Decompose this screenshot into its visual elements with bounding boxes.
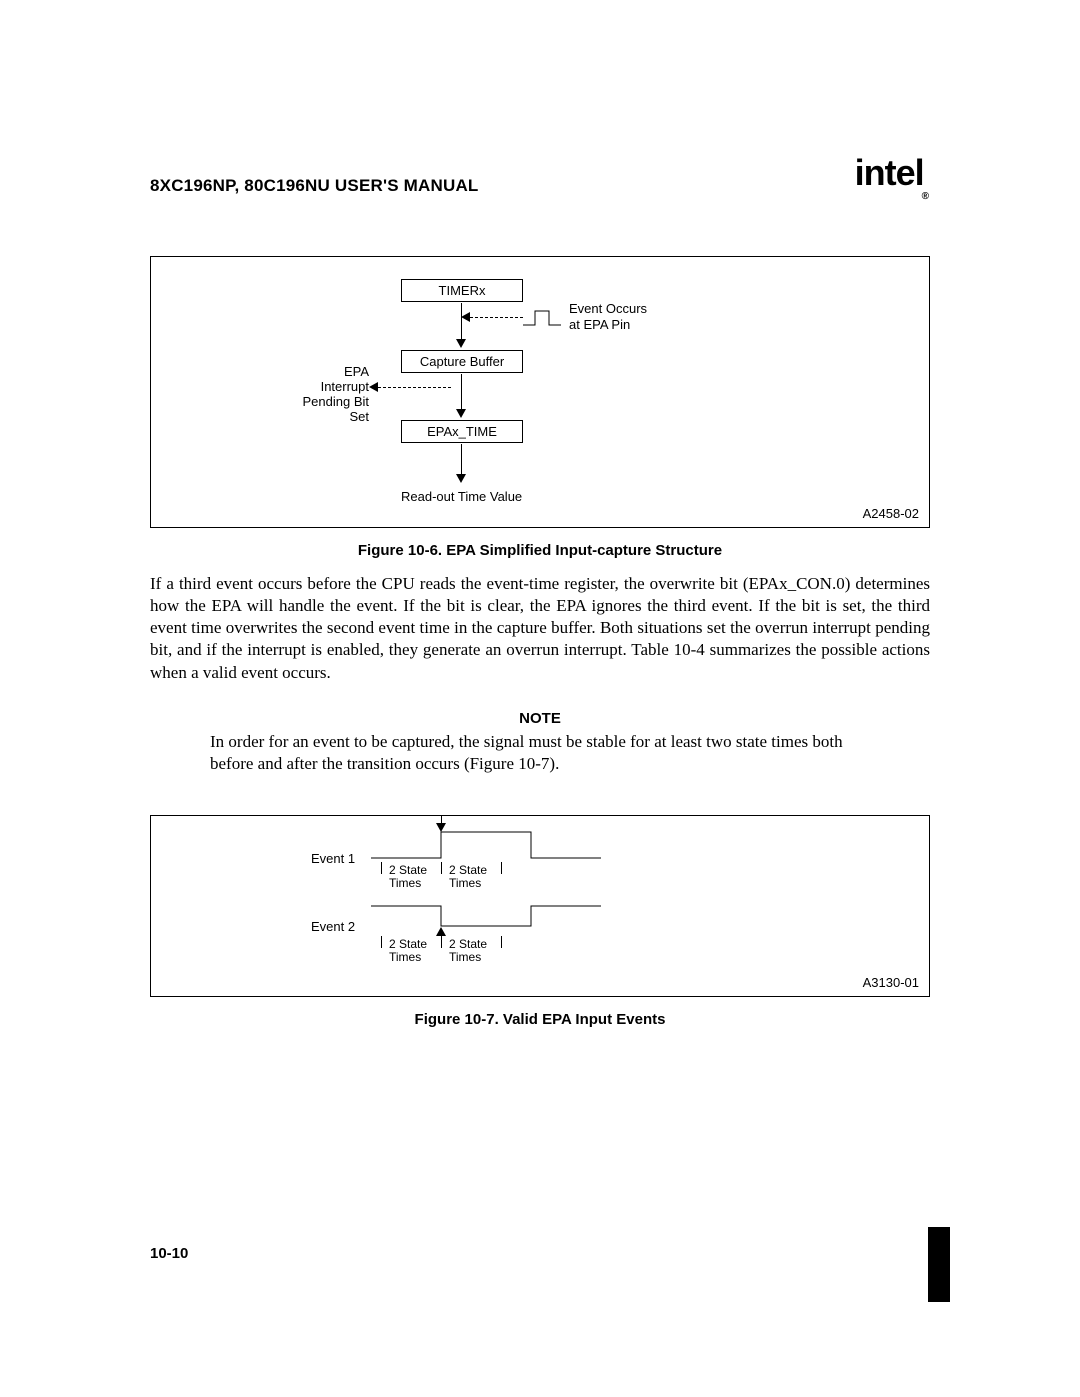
arrowhead-event2 <box>436 927 446 936</box>
label-event2: Event 2 <box>311 919 355 934</box>
label-event1: Event 1 <box>311 851 355 866</box>
figure-6-caption: Figure 10-6. EPA Simplified Input-captur… <box>150 542 930 559</box>
manual-title: 8XC196NP, 80C196NU USER'S MANUAL <box>150 176 479 196</box>
dashed-event-line <box>465 317 523 318</box>
note-heading: NOTE <box>150 710 930 727</box>
figure-6-id: A2458-02 <box>863 506 919 521</box>
page-header: 8XC196NP, 80C196NU USER'S MANUAL intel® <box>150 155 930 196</box>
e2-st2-l2: Times <box>449 950 481 964</box>
arrow-capture-to-epax <box>461 374 462 411</box>
arrowhead-1 <box>456 339 466 348</box>
tick-e1-a <box>381 862 382 874</box>
label-readout: Read-out Time Value <box>401 489 522 504</box>
wave-event2 <box>371 904 601 934</box>
label-e2-st1: 2 State Times <box>389 938 427 964</box>
arrowhead-3 <box>456 474 466 483</box>
arrowhead-event1 <box>436 823 446 832</box>
tick-e1-b <box>441 862 442 874</box>
e2-st1-l1: 2 State <box>389 937 427 951</box>
label-event-l2: at EPA Pin <box>569 317 630 332</box>
e2-st1-l2: Times <box>389 950 421 964</box>
note-body: In order for an event to be captured, th… <box>210 731 870 775</box>
label-epa-l4: Set <box>349 409 369 424</box>
figure-10-6: TIMERx Capture Buffer EPAx_TIME Event Oc… <box>150 256 930 528</box>
tick-e1-c <box>501 862 502 874</box>
e2-st2-l1: 2 State <box>449 937 487 951</box>
tick-e2-c <box>501 936 502 948</box>
block-timerx: TIMERx <box>401 279 523 302</box>
corner-mark <box>928 1227 950 1302</box>
label-epa-l3: Pending Bit <box>303 394 370 409</box>
figure-7-caption: Figure 10-7. Valid EPA Input Events <box>150 1011 930 1028</box>
arrowhead-interrupt <box>369 382 378 392</box>
arrow-epax-to-readout <box>461 444 462 476</box>
page: 8XC196NP, 80C196NU USER'S MANUAL intel® … <box>0 0 1080 1397</box>
e1-st2-l2: Times <box>449 876 481 890</box>
page-number: 10-10 <box>150 1245 188 1262</box>
e1-st2-l1: 2 State <box>449 863 487 877</box>
e1-st1-l1: 2 State <box>389 863 427 877</box>
label-epa-l1: EPA <box>344 364 369 379</box>
block-epax-time: EPAx_TIME <box>401 420 523 443</box>
intel-logo: intel® <box>855 155 930 196</box>
intel-logo-registered: ® <box>922 191 928 202</box>
label-epa-interrupt: EPA Interrupt Pending Bit Set <box>301 365 369 425</box>
body-paragraph: If a third event occurs before the CPU r… <box>150 573 930 683</box>
label-e1-st2: 2 State Times <box>449 864 487 890</box>
block-capture-buffer: Capture Buffer <box>401 350 523 373</box>
label-event-occurs: Event Occurs at EPA Pin <box>569 301 647 332</box>
figure-7-id: A3130-01 <box>863 975 919 990</box>
tick-e2-a <box>381 936 382 948</box>
arrowhead-event <box>461 312 470 322</box>
figure-10-7: Event 1 2 State Times 2 State Times Even… <box>150 815 930 997</box>
intel-logo-text: intel <box>855 152 924 193</box>
arrow-timer-to-capture <box>461 303 462 341</box>
label-e1-st1: 2 State Times <box>389 864 427 890</box>
e1-st1-l2: Times <box>389 876 421 890</box>
event-pulse-icon <box>523 309 563 329</box>
tick-e2-b <box>441 936 442 948</box>
label-event-l1: Event Occurs <box>569 301 647 316</box>
dashed-interrupt-line <box>373 387 451 388</box>
label-epa-l2: Interrupt <box>321 379 369 394</box>
wave-event1 <box>371 830 601 860</box>
label-e2-st2: 2 State Times <box>449 938 487 964</box>
arrowhead-2 <box>456 409 466 418</box>
